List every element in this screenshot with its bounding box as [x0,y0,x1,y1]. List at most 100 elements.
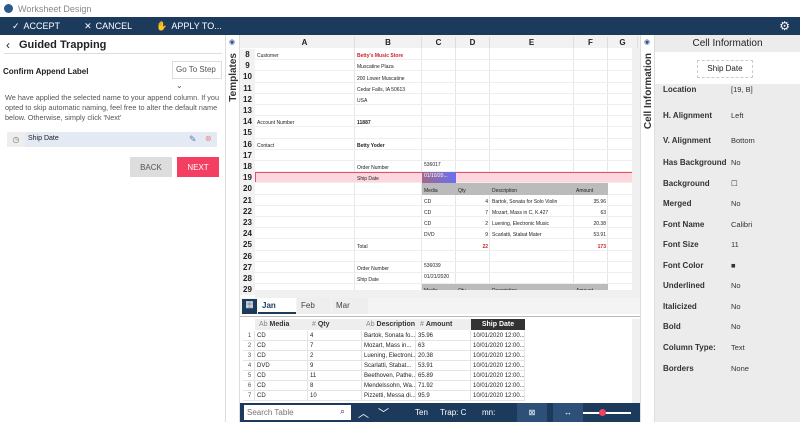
cell-D23[interactable]: 2 [456,217,490,228]
row-header-20[interactable]: 20 [240,183,255,195]
cell-C24[interactable]: DVD [422,228,456,239]
table-row[interactable]: 3 CD 2 Luening, Electroni... 20.38 10/01/2020… [240,351,630,361]
back-chevron-icon[interactable]: ‹ [6,38,10,52]
cell-D25[interactable]: 22 [456,239,490,250]
back-button[interactable]: BACK [130,157,172,177]
row-header-12[interactable]: 12 [240,93,255,105]
cell-F20[interactable]: Amount [574,183,608,195]
cell-D21[interactable]: 4 [456,195,490,206]
pin-icon[interactable]: ◉ [229,38,235,46]
row-header-21[interactable]: 21 [240,194,255,206]
column-header-amount[interactable]: # Amount [416,319,471,330]
column-header-C[interactable]: C [422,37,456,48]
cell-C19[interactable]: 01/10/20... [422,172,456,184]
row-header-24[interactable]: 24 [240,228,255,240]
row-header-22[interactable]: 22 [240,205,255,217]
column-header-E[interactable]: E [490,37,574,48]
column-header-media[interactable]: Ab Media [255,319,308,330]
cell-B27[interactable]: Order Number [355,262,422,273]
row-header-13[interactable]: 13 [240,105,255,117]
cell-A14[interactable]: Account Number [255,116,355,127]
column-header-ship-date[interactable]: Ship Date [471,319,525,330]
row-header-28[interactable]: 28 [240,273,255,285]
row-header-15[interactable]: 15 [240,127,255,139]
cell-E22[interactable]: Mozart, Mass in C, K.427 [490,206,574,217]
column-header-F[interactable]: F [574,37,608,48]
cell-C22[interactable]: CD [422,206,456,217]
row-header-17[interactable]: 17 [240,149,255,161]
cell-C23[interactable]: CD [422,217,456,228]
row-header-8[interactable]: 8 [240,49,255,61]
cell-B14[interactable]: 11887 [355,116,422,127]
search-icon[interactable]: ⌕ [340,406,345,417]
search-table-input[interactable] [244,405,351,420]
cell-A8[interactable]: Customer [255,49,355,60]
row-header-16[interactable]: 16 [240,138,255,150]
row-header-27[interactable]: 27 [240,261,255,273]
chevron-down-icon[interactable]: ﹀ [378,405,389,421]
cell-B8[interactable]: Betty's Music Store [355,49,422,60]
cell-B18[interactable]: Order Number [355,161,422,172]
row-header-10[interactable]: 10 [240,71,255,83]
apply-to-button[interactable]: ✋ APPLY TO... [144,21,234,32]
zoom-slider[interactable] [583,412,631,414]
horizontal-scrollbar[interactable] [255,290,632,298]
row-header-9[interactable]: 9 [240,60,255,72]
sheet-tab-mar-sales[interactable]: Mar Sales [332,298,368,326]
cell-B9[interactable]: Muscatine Plaza [355,60,422,71]
table-row[interactable]: 1 CD 4 Bartok, Sonata fo... 35.96 10/01/2020 … [240,331,630,341]
cell-B16[interactable]: Betty Yoder [355,139,422,150]
cell-D24[interactable]: 9 [456,228,490,239]
cancel-button[interactable]: ✕ CANCEL [72,21,144,32]
cell-E24[interactable]: Scarlatti, Stabat Mater [490,228,574,239]
sheet-tab-jan-sales[interactable]: Jan Sales [258,298,296,326]
column-header-G[interactable]: G [608,37,638,48]
cell-B28[interactable]: Ship Date [355,273,422,284]
cell-F24[interactable]: 53.91 [574,228,608,239]
table-row[interactable]: 6 CD 8 Mendelssohn, Wa... 71.92 10/01/2020 12… [240,381,630,391]
cell-A16[interactable]: Contact [255,139,355,150]
row-header-26[interactable]: 26 [240,250,255,262]
cell-C21[interactable]: CD [422,195,456,206]
row-header-25[interactable]: 25 [240,239,255,251]
row-header-29[interactable]: 29 [240,284,255,296]
row-header-14[interactable]: 14 [240,116,255,128]
column-header-D[interactable]: D [456,37,490,48]
accept-button[interactable]: ✓ ACCEPT [0,21,72,32]
gear-icon[interactable]: ⚙ [779,19,790,33]
excel-icon[interactable]: ⊠ [517,403,547,422]
next-button[interactable]: NEXT [177,157,219,177]
templates-sidebar[interactable]: ◉ Templates [225,35,240,422]
spreadsheet[interactable]: A B C D E F G 8 Customer Betty's Music Store 9 Musc… [240,35,640,298]
cell-B12[interactable]: USA [355,94,422,105]
cell-E21[interactable]: Bartok, Sonata for Solo Violin [490,195,574,206]
chevron-up-icon[interactable]: ︿ [358,405,369,421]
row-header-11[interactable]: 11 [240,82,255,94]
cell-F25[interactable]: 173 [574,239,608,250]
cell-C28[interactable]: 01/21/2020 [422,273,456,284]
name-field[interactable]: ◷ Ship Date ✎ ⊗ [7,132,217,147]
column-header-qty[interactable]: # Qty [308,319,362,330]
cell-E20[interactable]: Description [490,183,574,195]
column-header-B[interactable]: B [355,37,422,48]
cell-B25[interactable]: Total [355,239,422,250]
row-header-19[interactable]: 19 [240,172,255,184]
pin-icon[interactable]: ◉ [644,38,650,46]
table-row[interactable]: 5 CD 11 Beethoven, Pathe... 65.89 10/01/2020 … [240,371,630,381]
table-row[interactable]: 2 CD 7 Mozart, Mass in... 63 10/01/2020 12:00… [240,341,630,351]
cell-B11[interactable]: Cedar Falls, IA 50613 [355,83,422,94]
cell-B19[interactable]: Ship Date [355,172,422,183]
cell-information-sidebar[interactable]: ◉ Cell Information [640,35,655,422]
clear-icon[interactable]: ⊗ [205,134,212,143]
cell-D22[interactable]: 7 [456,206,490,217]
cell-F21[interactable]: 35.96 [574,195,608,206]
cell-F23[interactable]: 20.38 [574,217,608,228]
edit-icon[interactable]: ✎ [189,134,197,145]
column-header-description[interactable]: Ab Description [362,319,416,330]
cell-C27[interactable]: 536039 [422,262,456,273]
table-row[interactable]: 7 CD 10 Pizzetti, Messa di... 95.9 10/01/2020… [240,391,630,401]
data-table[interactable]: Ab Media # Qty Ab Description # Amount Ship … [240,316,640,403]
sheet-tab-feb-sales[interactable]: Feb Sales [297,298,331,326]
cell-B10[interactable]: 200 Lower Muscatine [355,71,422,82]
cell-F22[interactable]: 63 [574,206,608,217]
